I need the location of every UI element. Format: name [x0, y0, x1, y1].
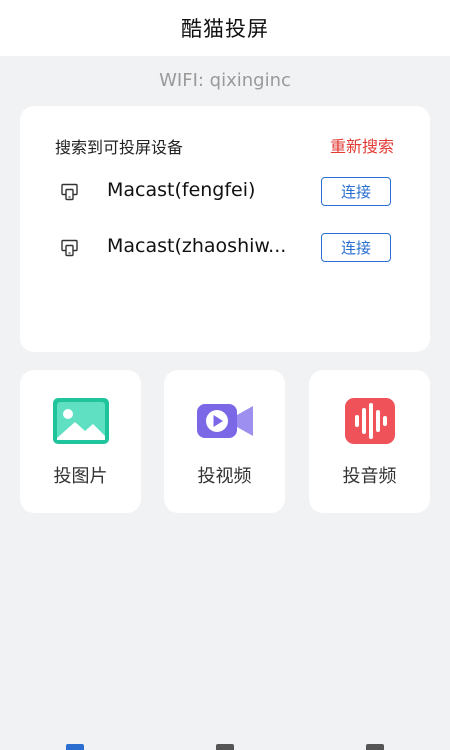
rescan-button[interactable]: 重新搜索	[330, 133, 394, 157]
wifi-status: WIFI: qixinginc	[159, 70, 291, 91]
device-list-card: 搜索到可投屏设备 重新搜索 Macast(fengfei) 连接 Macast(…	[20, 106, 430, 352]
nav-profile-icon[interactable]	[366, 744, 384, 750]
app-title: 酷猫投屏	[181, 17, 269, 41]
audio-icon	[345, 398, 395, 444]
cast-video-tile[interactable]: 投视频	[164, 370, 285, 513]
cast-image-label: 投图片	[53, 466, 108, 487]
cast-audio-tile[interactable]: 投音频	[309, 370, 430, 513]
cast-device-icon	[61, 239, 78, 257]
app-title-bar: 酷猫投屏	[0, 0, 450, 56]
device-name: Macast(fengfei)	[107, 179, 256, 201]
cast-device-icon	[61, 183, 78, 201]
image-icon	[53, 398, 109, 444]
device-row: Macast(fengfei) 连接	[20, 175, 430, 209]
device-list-title: 搜索到可投屏设备	[55, 138, 184, 157]
connect-button[interactable]: 连接	[321, 233, 391, 262]
cast-audio-label: 投音频	[342, 466, 397, 487]
device-name: Macast(zhaoshiw...	[107, 235, 287, 257]
video-icon	[197, 404, 253, 438]
cast-video-label: 投视频	[197, 466, 252, 487]
nav-history-icon[interactable]	[216, 744, 234, 750]
cast-image-tile[interactable]: 投图片	[20, 370, 141, 513]
device-row: Macast(zhaoshiw... 连接	[20, 231, 430, 265]
nav-home-icon[interactable]	[66, 744, 84, 750]
connect-button[interactable]: 连接	[321, 177, 391, 206]
